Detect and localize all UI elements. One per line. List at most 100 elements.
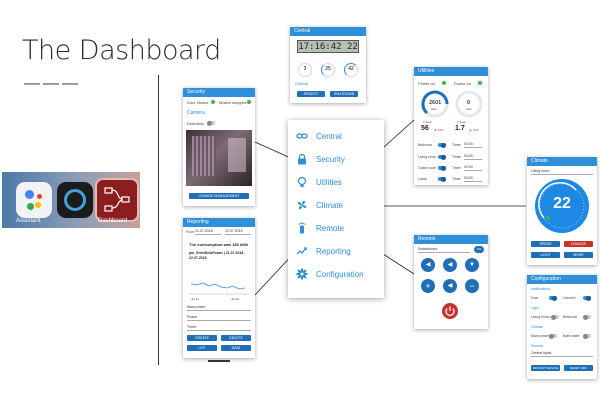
guest-room-toggle[interactable] (438, 165, 446, 171)
menu-item-climate[interactable]: Climate (296, 198, 382, 212)
slide: The Dashboard ——— Assistant Dashboard Ce… (0, 0, 600, 400)
speed-button[interactable]: SPEED (531, 241, 560, 247)
power-b-dot (478, 81, 482, 85)
menu-item-configuration[interactable]: Configuration (296, 267, 382, 281)
to-date-input[interactable]: 22.07.2018 (225, 229, 251, 235)
menu-label: Security (316, 154, 345, 164)
gauge-2: 25 (321, 63, 335, 77)
power-icon[interactable] (442, 303, 458, 319)
power-a-dot (442, 81, 446, 85)
central-panel: Central 17:16:42 22 3 25 42 Central REBO… (290, 27, 366, 103)
change-button[interactable]: CHANGE (564, 241, 593, 247)
value-a: 56 (421, 125, 429, 132)
plus-icon[interactable]: + (421, 279, 435, 293)
security-panel: Security Door closed Motion stopped Came… (183, 88, 255, 206)
power-b-label: Power on (454, 81, 471, 86)
three-select[interactable]: Three (187, 325, 251, 331)
reboot-button[interactable]: REBOOT (297, 91, 325, 97)
remote-heading: Remote (531, 344, 544, 348)
timer-label: Timer (452, 143, 461, 147)
panel-header: Remote (414, 235, 488, 244)
bedroom-toggle[interactable] (438, 142, 446, 148)
restart-device-button[interactable]: RESTART DEVICE (531, 365, 560, 371)
living-room-toggle[interactable] (551, 314, 559, 320)
volume-up-icon[interactable]: ◀ (421, 258, 435, 272)
camera-label: Camera (187, 110, 205, 116)
door-toggle[interactable] (549, 295, 557, 301)
from-date-input[interactable]: 21.07.2018 (195, 229, 221, 235)
gauge-3: 42 (344, 63, 358, 77)
menu-label: Reporting (316, 246, 351, 256)
bath-water-toggle[interactable] (583, 333, 591, 339)
from-label: From (186, 230, 195, 234)
central-lights-select[interactable]: Central lights (531, 351, 593, 357)
timer-select[interactable]: 00:00 (464, 165, 482, 171)
door-status: Door closed (187, 100, 209, 105)
main-power-toggle[interactable] (549, 333, 557, 339)
device-select[interactable]: Switchboard (418, 247, 470, 253)
gear-icon (296, 268, 308, 280)
menu-item-reporting[interactable]: Reporting (296, 244, 382, 258)
menu-label: Utilities (316, 177, 342, 187)
remote-panel: Remote Switchboard ON ◀ ◀ ▼ + ◀ − (414, 235, 488, 329)
create-button[interactable]: CREATE (187, 335, 217, 341)
timer-label: Timer (452, 166, 461, 170)
timer-select[interactable]: 00:00 (464, 142, 482, 148)
phase-select[interactable]: Phase (187, 315, 251, 321)
bath-water-label: Bath water (563, 334, 580, 338)
main-power-label: Main power (531, 334, 550, 338)
channel-left-icon[interactable]: ◀ (443, 258, 457, 272)
light-button[interactable]: LIGHT (531, 252, 560, 258)
camera-toggle[interactable] (583, 295, 591, 301)
bedroom-toggle[interactable] (583, 314, 591, 320)
mute-icon[interactable]: ◀ (443, 279, 457, 293)
row-label: Guest room (418, 166, 437, 170)
minus-icon[interactable]: − (465, 279, 479, 293)
timer-select[interactable]: 00:00 (464, 176, 482, 182)
main-power-select[interactable]: Main power (187, 305, 251, 311)
menu-item-utilities[interactable]: Utilities (296, 175, 382, 189)
room-select[interactable]: Living room (531, 169, 593, 175)
panel-header: Configuration (527, 275, 597, 284)
change-management-button[interactable]: CHANGE MANAGEMENT (189, 193, 249, 199)
days-b: 7 days (457, 120, 466, 124)
remote-icon (296, 222, 308, 234)
gauge-b-value: 0 (467, 100, 471, 106)
delete-button[interactable]: DELETE (221, 335, 251, 341)
more-button[interactable]: MORE (564, 252, 593, 258)
menu-item-remote[interactable]: Remote (296, 221, 382, 235)
chart-title: pm_EnerStickPower | 21.07.2018 - 22.07.2… (189, 251, 246, 260)
scroll-indicator (208, 360, 230, 362)
reset-wifi-button[interactable]: RESET WIFI (564, 365, 593, 371)
list-button[interactable]: LIST (187, 345, 217, 351)
link-icon (296, 130, 308, 142)
detection-toggle[interactable] (207, 120, 215, 126)
central-link[interactable]: Central (295, 81, 308, 86)
climate-heading: Climate (531, 325, 543, 329)
lamp-toggle[interactable] (438, 176, 446, 182)
panel-header: Climate (527, 157, 597, 166)
notifications-heading: Notifications (531, 287, 551, 291)
menu-item-security[interactable]: Security (296, 152, 382, 166)
door-status-dot (211, 100, 215, 104)
bedroom-label: Bedroom (563, 315, 578, 319)
configuration-panel: Configuration Notifications Door Camera … (527, 275, 597, 379)
panel-header: Reporting (183, 218, 255, 227)
timer-select[interactable]: 00:00 (464, 154, 482, 160)
gauge-b-unit: watt (466, 107, 472, 111)
menu-item-central[interactable]: Central (296, 129, 382, 143)
channel-down-icon[interactable]: ▼ (465, 258, 479, 272)
data-button[interactable]: DATA (221, 345, 251, 351)
shutdown-button[interactable]: SHUTDOWN (330, 91, 358, 97)
panel-header: Security (183, 88, 255, 97)
motion-status-dot (247, 100, 251, 104)
lock-icon (296, 153, 308, 165)
living-room-toggle[interactable] (438, 154, 446, 160)
days-a: 7 days (423, 120, 432, 124)
menu-label: Central (316, 131, 342, 141)
remote-button-grid: ◀ ◀ ▼ + ◀ − (419, 257, 483, 298)
consumption-text: The consumption was 180 kWh (189, 242, 249, 247)
power-toggle-pill[interactable]: ON (474, 246, 484, 253)
menu-label: Climate (316, 200, 344, 210)
timer-label: Timer (452, 155, 461, 159)
